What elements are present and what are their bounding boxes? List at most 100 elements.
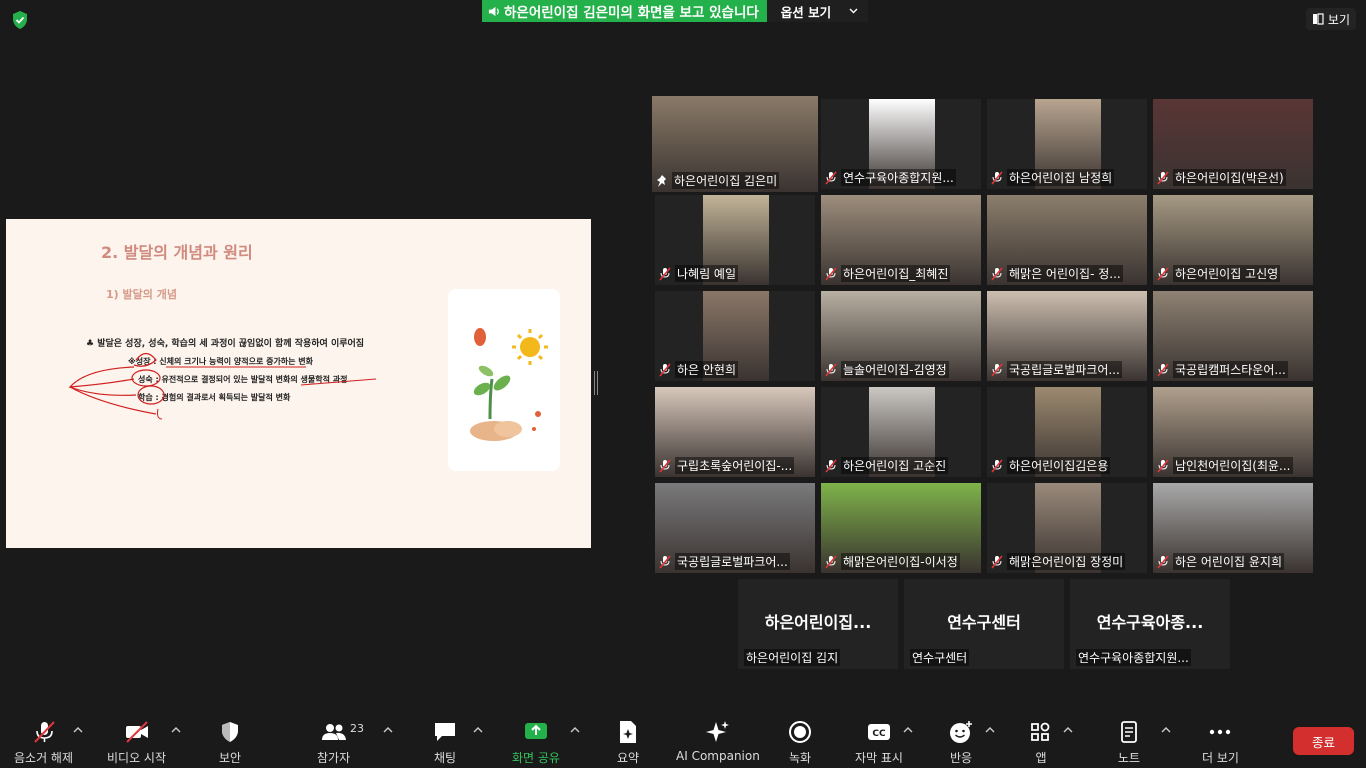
microphone-muted-icon	[659, 458, 671, 473]
microphone-muted-icon	[1157, 266, 1169, 281]
participant-tile[interactable]: 하은어린이집 고신영	[1153, 195, 1313, 285]
chevron-up-icon[interactable]	[73, 726, 83, 734]
microphone-muted-icon	[991, 266, 1003, 281]
participant-tile[interactable]: 하은어린이집 고순진	[821, 387, 981, 477]
chat-button[interactable]: 채팅	[432, 720, 458, 766]
more-dots-icon	[1210, 729, 1231, 735]
participant-name-tag: 국공립글로벌파크어...	[990, 361, 1144, 378]
participant-name-tag: 연수구육아종합지원...	[1073, 649, 1191, 666]
participant-name: 국공립캠퍼스타운어...	[1173, 361, 1288, 378]
zoom-meeting-window: 하은어린이집 김은미의 화면을 보고 있습니다 옵션 보기 보기 2. 발달의 …	[0, 0, 1366, 768]
start-video-button[interactable]: 비디오 시작	[107, 720, 166, 766]
share-screen-button[interactable]: 화면 공유	[512, 720, 560, 766]
participant-tile[interactable]: 하은어린이집_최혜진	[821, 195, 981, 285]
no-video-tile[interactable]: 하은어린이집... 하은어린이집 김지	[738, 579, 898, 669]
participant-tile[interactable]: 국공립글로벌파크어...	[655, 483, 815, 573]
participant-name-tag: 연수구센터	[907, 649, 970, 666]
record-label: 녹화	[788, 751, 812, 765]
participant-tile[interactable]: 해맑은어린이집 장정미	[987, 483, 1147, 573]
participant-tile[interactable]: 연수구육아종합지원...	[821, 99, 981, 189]
participant-tile[interactable]: 하은 어린이집 윤지희	[1153, 483, 1313, 573]
participant-name-tag: 하은어린이집_최혜진	[824, 265, 978, 282]
chevron-up-icon[interactable]	[903, 726, 913, 734]
reactions-label: 반응	[949, 751, 973, 765]
chevron-up-icon[interactable]	[985, 726, 995, 734]
notes-button[interactable]: 노트	[1116, 720, 1142, 766]
chevron-up-icon[interactable]	[570, 726, 580, 734]
participant-name-tag: 나혜림 예일	[658, 265, 812, 282]
participant-name: 하은 안현희	[675, 361, 739, 378]
participant-name-tag: 하은어린이집김은용	[990, 457, 1144, 474]
encryption-shield-icon[interactable]	[10, 10, 30, 30]
ai-sparkle-icon	[705, 721, 729, 742]
apps-icon	[1031, 722, 1050, 741]
unmute-button[interactable]: 음소거 해제	[14, 720, 73, 766]
microphone-muted-icon	[991, 170, 1003, 185]
participant-tile[interactable]: 하은어린이집(박은선)	[1153, 99, 1313, 189]
chevron-up-icon[interactable]	[1063, 726, 1073, 734]
chevron-up-icon[interactable]	[473, 726, 483, 734]
participant-name-tag: 하은어린이집 고신영	[1156, 265, 1310, 282]
reactions-button[interactable]: 반응	[948, 720, 974, 766]
view-button[interactable]: 보기	[1305, 8, 1356, 30]
microphone-muted-icon	[825, 554, 837, 569]
participants-count: 23	[350, 722, 364, 735]
participant-tile[interactable]: 남인천어린이집(최윤...	[1153, 387, 1313, 477]
plant-sun-icon	[470, 328, 548, 441]
view-options-button[interactable]: 옵션 보기	[766, 0, 869, 22]
participant-tile[interactable]: 나혜림 예일	[655, 195, 815, 285]
participants-button[interactable]: 참가자	[317, 720, 350, 766]
microphone-muted-icon	[1157, 458, 1169, 473]
participant-name-tag: 하은 안현희	[658, 361, 812, 378]
participant-name-tag: 구립초록숲어린이집-...	[658, 457, 812, 474]
participant-name-tag: 국공립글로벌파크어...	[658, 553, 812, 570]
participant-tile[interactable]: 해맑은어린이집-이서정	[821, 483, 981, 573]
participant-name: 하은어린이집_최혜진	[841, 265, 951, 282]
participant-name-tag: 하은어린이집 김지	[741, 649, 841, 666]
participants-label: 참가자	[317, 751, 351, 765]
participant-tile[interactable]: 하은어린이집 김은미	[652, 96, 818, 192]
participant-tile[interactable]: 해맑은 어린이집- 정...	[987, 195, 1147, 285]
end-meeting-button[interactable]: 종료	[1293, 727, 1354, 755]
no-video-tile[interactable]: 연수구육아종... 연수구육아종합지원...	[1070, 579, 1230, 669]
participant-name: 구립초록숲어린이집-...	[675, 457, 795, 474]
participant-tile[interactable]: 하은 안현희	[655, 291, 815, 381]
chevron-up-icon[interactable]	[383, 726, 393, 734]
chevron-up-icon[interactable]	[171, 726, 181, 734]
security-button[interactable]: 보안	[217, 720, 243, 766]
more-button[interactable]: 더 보기	[1202, 720, 1239, 766]
more-label: 더 보기	[1202, 751, 1239, 765]
share-status-text: 하은어린이집 김은미의 화면을 보고 있습니다	[504, 5, 759, 21]
speaker-icon	[488, 6, 499, 16]
chevron-up-icon[interactable]	[1161, 726, 1171, 734]
document-sparkle-icon	[620, 721, 636, 743]
participant-name: 해맑은 어린이집- 정...	[1007, 265, 1123, 282]
ai-companion-button[interactable]: AI Companion	[676, 720, 760, 763]
participant-name-tag: 하은어린이집 김은미	[655, 172, 815, 189]
participant-tile[interactable]: 하은어린이집 남정희	[987, 99, 1147, 189]
participant-tile[interactable]: 국공립글로벌파크어...	[987, 291, 1147, 381]
participant-name-tag: 하은어린이집 남정희	[990, 169, 1144, 186]
participant-name-tag: 남인천어린이집(최윤...	[1156, 457, 1310, 474]
share-screen-icon	[524, 723, 547, 739]
participant-name: 국공립글로벌파크어...	[1007, 361, 1122, 378]
microphone-muted-icon	[659, 554, 671, 569]
participant-tile[interactable]: 국공립캠퍼스타운어...	[1153, 291, 1313, 381]
microphone-muted-icon	[825, 458, 837, 473]
record-button[interactable]: 녹화	[787, 720, 813, 766]
layout-icon	[1312, 13, 1324, 25]
summary-button[interactable]: 요약	[615, 720, 641, 766]
record-icon	[789, 721, 811, 743]
no-video-tile[interactable]: 연수구센터 연수구센터	[904, 579, 1064, 669]
participant-tile[interactable]: 구립초록숲어린이집-...	[655, 387, 815, 477]
participant-tile[interactable]: 늘솔어린이집-김영정	[821, 291, 981, 381]
participant-tile[interactable]: 하은어린이집김은용	[987, 387, 1147, 477]
video-camera-off-icon	[125, 721, 148, 743]
participant-name-tag: 국공립캠퍼스타운어...	[1156, 361, 1310, 378]
captions-button[interactable]: CC 자막 표시	[855, 720, 903, 766]
chat-label: 채팅	[433, 751, 457, 765]
microphone-muted-icon	[1157, 170, 1169, 185]
apps-button[interactable]: 앱	[1028, 720, 1054, 766]
participant-name: 연수구육아종합지원...	[1076, 649, 1191, 666]
panel-splitter-handle[interactable]	[594, 371, 598, 395]
